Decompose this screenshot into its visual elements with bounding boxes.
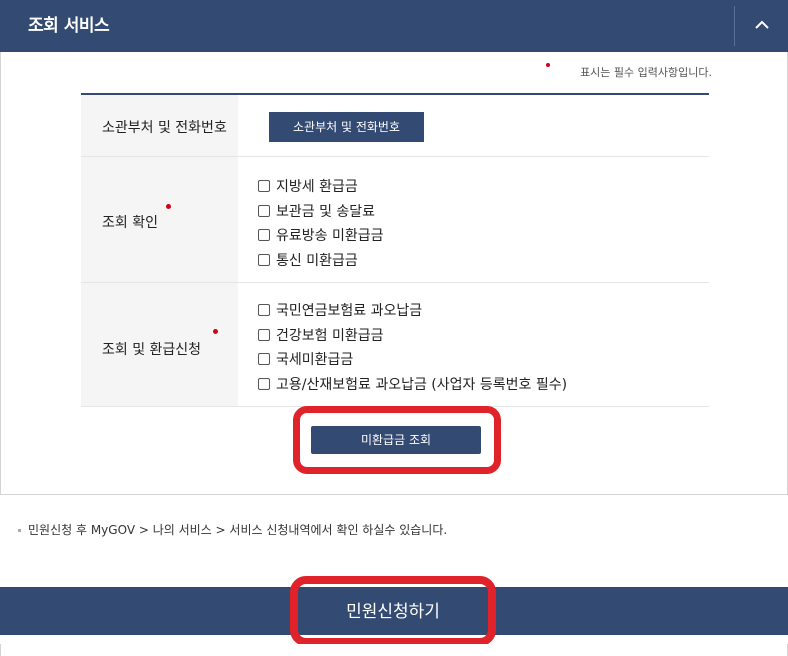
checkbox[interactable]: [258, 304, 270, 317]
checkbox-local-tax-refund[interactable]: 지방세 환급금: [258, 174, 384, 199]
checkbox[interactable]: [258, 180, 270, 193]
section-title: 조회 서비스: [28, 16, 110, 36]
inquiry-options: 지방세 환급금 보관금 및 송달료 유료방송 미환급금 통신 미환급금: [258, 174, 384, 272]
header-divider: [734, 6, 735, 46]
service-header: 조회 서비스: [0, 0, 788, 52]
option-label: 고용/산재보험료 과오납금 (사업자 등록번호 필수): [276, 376, 568, 393]
checkbox[interactable]: [258, 377, 270, 390]
notice-text: 민원신청 후 MyGOV > 나의 서비스 > 서비스 신청내역에서 확인 하실…: [18, 521, 447, 538]
bottom-panel-edge: [0, 644, 788, 656]
bullet-icon: [18, 529, 21, 532]
option-label: 건강보험 미환급금: [276, 327, 384, 344]
required-dot: [166, 204, 171, 209]
checkbox-health-insurance-refund[interactable]: 건강보험 미환급금: [258, 323, 567, 348]
department-phone-button[interactable]: 소관부처 및 전화번호: [269, 112, 424, 142]
checkbox[interactable]: [258, 229, 270, 242]
checkbox-paid-broadcast-refund[interactable]: 유료방송 미환급금: [258, 223, 384, 248]
option-label: 국세미환급금: [276, 352, 354, 369]
checkbox[interactable]: [258, 328, 270, 341]
inquiry-refund-label: 조회 및 환급신청: [102, 342, 202, 358]
option-label: 유료방송 미환급금: [276, 228, 384, 245]
highlight-box: [293, 406, 501, 474]
inquiry-form: 소관부처 및 전화번호 소관부처 및 전화번호 조회 확인 지방세 환급금 보관…: [81, 93, 709, 407]
checkbox[interactable]: [258, 253, 270, 266]
form-row-department: 소관부처 및 전화번호 소관부처 및 전화번호: [81, 95, 709, 157]
option-label: 국민연금보험료 과오납금: [276, 303, 423, 320]
notice-message: 민원신청 후 MyGOV > 나의 서비스 > 서비스 신청내역에서 확인 하실…: [28, 523, 448, 537]
option-label: 지방세 환급금: [276, 179, 358, 196]
form-row-inquiry: 조회 확인 지방세 환급금 보관금 및 송달료 유료방송 미환급금 통신 미환급…: [81, 157, 709, 283]
checkbox[interactable]: [258, 204, 270, 217]
checkbox-telecom-refund[interactable]: 통신 미환급금: [258, 248, 384, 273]
inquiry-refund-options: 국민연금보험료 과오납금 건강보험 미환급금 국세미환급금 고용/산재보험료 과…: [258, 298, 567, 396]
department-label: 소관부처 및 전화번호: [102, 120, 227, 136]
required-marker: [546, 63, 550, 67]
highlight-box: [290, 576, 496, 646]
required-dot: [213, 329, 218, 334]
inquiry-label: 조회 확인: [102, 215, 158, 231]
checkbox-employment-insurance-overpayment[interactable]: 고용/산재보험료 과오납금 (사업자 등록번호 필수): [258, 372, 567, 397]
checkbox-deposit-delivery-fee[interactable]: 보관금 및 송달료: [258, 199, 384, 224]
option-label: 통신 미환급금: [276, 252, 358, 269]
required-note: 표시는 필수 입력사항입니다.: [580, 66, 712, 79]
collapse-button[interactable]: [736, 0, 788, 52]
checkbox[interactable]: [258, 353, 270, 366]
option-label: 보관금 및 송달료: [276, 203, 376, 220]
chevron-up-icon: [755, 20, 769, 29]
checkbox-national-pension-overpayment[interactable]: 국민연금보험료 과오납금: [258, 298, 567, 323]
checkbox-national-tax-refund[interactable]: 국세미환급금: [258, 347, 567, 372]
form-row-inquiry-refund: 조회 및 환급신청 국민연금보험료 과오납금 건강보험 미환급금 국세미환급금 …: [81, 283, 709, 407]
